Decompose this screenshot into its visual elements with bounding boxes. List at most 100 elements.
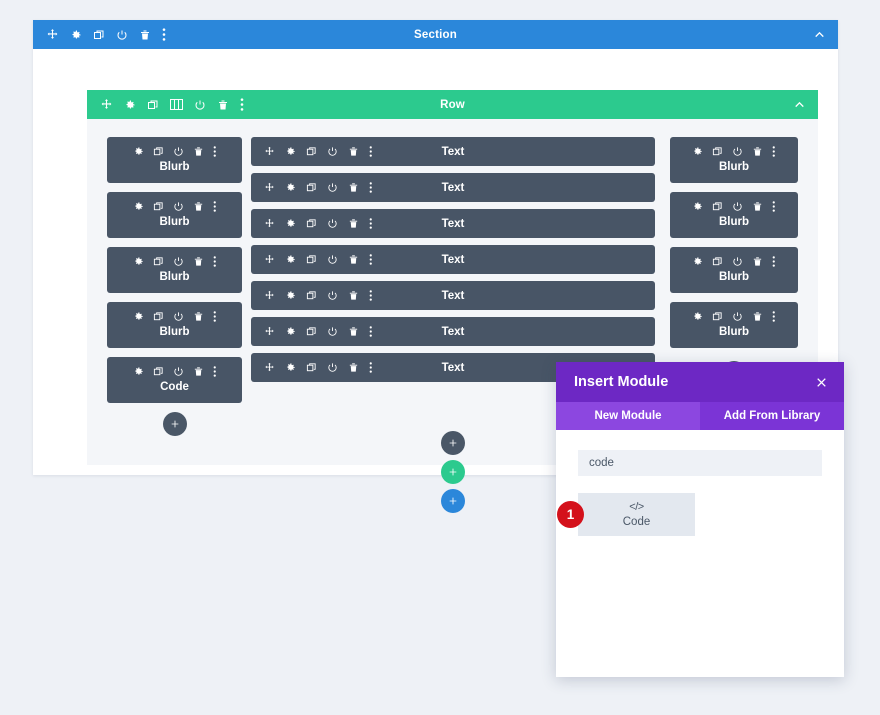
duplicate-icon[interactable]	[153, 366, 164, 377]
trash-icon[interactable]	[752, 201, 763, 212]
module-text[interactable]: Text	[251, 281, 655, 310]
dots-icon[interactable]	[213, 366, 217, 377]
gear-icon[interactable]	[133, 201, 144, 212]
module-toolbar	[670, 146, 798, 157]
add-section-button[interactable]	[441, 489, 465, 513]
dots-icon[interactable]	[772, 201, 776, 212]
gear-icon[interactable]	[124, 99, 136, 111]
duplicate-icon[interactable]	[712, 146, 723, 157]
module-toolbar	[107, 201, 242, 212]
module-label: Blurb	[159, 216, 190, 228]
trash-icon[interactable]	[217, 99, 229, 111]
module-text[interactable]: Text	[251, 245, 655, 274]
duplicate-icon[interactable]	[712, 256, 723, 267]
power-icon[interactable]	[173, 201, 184, 212]
move-icon[interactable]	[46, 28, 59, 41]
add-module-button[interactable]	[441, 431, 465, 455]
duplicate-icon[interactable]	[153, 146, 164, 157]
power-icon[interactable]	[732, 146, 743, 157]
add-module-button[interactable]	[162, 412, 187, 436]
chevron-up-icon[interactable]	[793, 98, 806, 111]
module-text[interactable]: Text	[251, 137, 655, 166]
chevron-up-icon[interactable]	[813, 28, 826, 41]
power-icon[interactable]	[173, 311, 184, 322]
dots-icon[interactable]	[162, 28, 166, 41]
duplicate-icon[interactable]	[153, 311, 164, 322]
dots-icon[interactable]	[213, 146, 217, 157]
module-label: Text	[441, 325, 465, 338]
trash-icon[interactable]	[752, 311, 763, 322]
dots-icon[interactable]	[213, 311, 217, 322]
dots-icon[interactable]	[772, 146, 776, 157]
module-card-code[interactable]: </> Code	[578, 493, 695, 536]
power-icon[interactable]	[732, 311, 743, 322]
trash-icon[interactable]	[193, 311, 204, 322]
search-input[interactable]	[578, 450, 822, 476]
module-text[interactable]: Text	[251, 209, 655, 238]
trash-icon[interactable]	[193, 256, 204, 267]
row-header[interactable]: Row	[87, 90, 818, 119]
gear-icon[interactable]	[70, 29, 82, 41]
gear-icon[interactable]	[692, 311, 703, 322]
gear-icon[interactable]	[133, 366, 144, 377]
trash-icon[interactable]	[752, 256, 763, 267]
code-icon: </>	[629, 501, 644, 513]
gear-icon[interactable]	[692, 256, 703, 267]
module-blurb[interactable]: Blurb	[107, 247, 242, 293]
columns-icon[interactable]	[170, 99, 183, 110]
duplicate-icon[interactable]	[712, 311, 723, 322]
dots-icon[interactable]	[213, 201, 217, 212]
gear-icon[interactable]	[692, 146, 703, 157]
duplicate-icon[interactable]	[153, 256, 164, 267]
module-blurb[interactable]: Blurb	[670, 247, 798, 293]
trash-icon[interactable]	[193, 146, 204, 157]
panel-body: 1 </> Code	[556, 430, 844, 536]
power-icon[interactable]	[732, 201, 743, 212]
module-blurb[interactable]: Blurb	[670, 302, 798, 348]
section-header[interactable]: Section	[33, 20, 838, 49]
module-text[interactable]: Text	[251, 173, 655, 202]
dots-icon[interactable]	[772, 311, 776, 322]
module-blurb[interactable]: Blurb	[107, 192, 242, 238]
duplicate-icon[interactable]	[147, 99, 159, 111]
power-icon[interactable]	[194, 99, 206, 111]
panel-title: Insert Module	[574, 374, 669, 390]
duplicate-icon[interactable]	[712, 201, 723, 212]
power-icon[interactable]	[116, 29, 128, 41]
gear-icon[interactable]	[133, 146, 144, 157]
add-buttons-stack	[441, 431, 465, 513]
power-icon[interactable]	[732, 256, 743, 267]
module-label: Text	[441, 145, 465, 158]
column-left: Blurb Blurb Blurb Blurb Code	[107, 137, 242, 436]
add-row-button[interactable]	[441, 460, 465, 484]
module-text[interactable]: Text	[251, 317, 655, 346]
trash-icon[interactable]	[193, 366, 204, 377]
module-toolbar	[670, 311, 798, 322]
module-blurb[interactable]: Blurb	[670, 137, 798, 183]
tab-new-module[interactable]: New Module	[556, 402, 700, 430]
module-blurb[interactable]: Blurb	[670, 192, 798, 238]
tab-add-from-library[interactable]: Add From Library	[700, 402, 844, 430]
module-blurb[interactable]: Blurb	[107, 137, 242, 183]
module-label: Blurb	[159, 161, 190, 173]
gear-icon[interactable]	[692, 201, 703, 212]
power-icon[interactable]	[173, 146, 184, 157]
plus-icon	[171, 420, 178, 428]
power-icon[interactable]	[173, 366, 184, 377]
dots-icon[interactable]	[772, 256, 776, 267]
duplicate-icon[interactable]	[153, 201, 164, 212]
module-label: Text	[441, 289, 465, 302]
trash-icon[interactable]	[752, 146, 763, 157]
move-icon[interactable]	[100, 98, 113, 111]
module-blurb[interactable]: Blurb	[107, 302, 242, 348]
module-code[interactable]: Code	[107, 357, 242, 403]
dots-icon[interactable]	[240, 98, 244, 111]
trash-icon[interactable]	[193, 201, 204, 212]
gear-icon[interactable]	[133, 256, 144, 267]
gear-icon[interactable]	[133, 311, 144, 322]
dots-icon[interactable]	[213, 256, 217, 267]
trash-icon[interactable]	[139, 29, 151, 41]
close-icon[interactable]	[815, 376, 828, 389]
power-icon[interactable]	[173, 256, 184, 267]
duplicate-icon[interactable]	[93, 29, 105, 41]
